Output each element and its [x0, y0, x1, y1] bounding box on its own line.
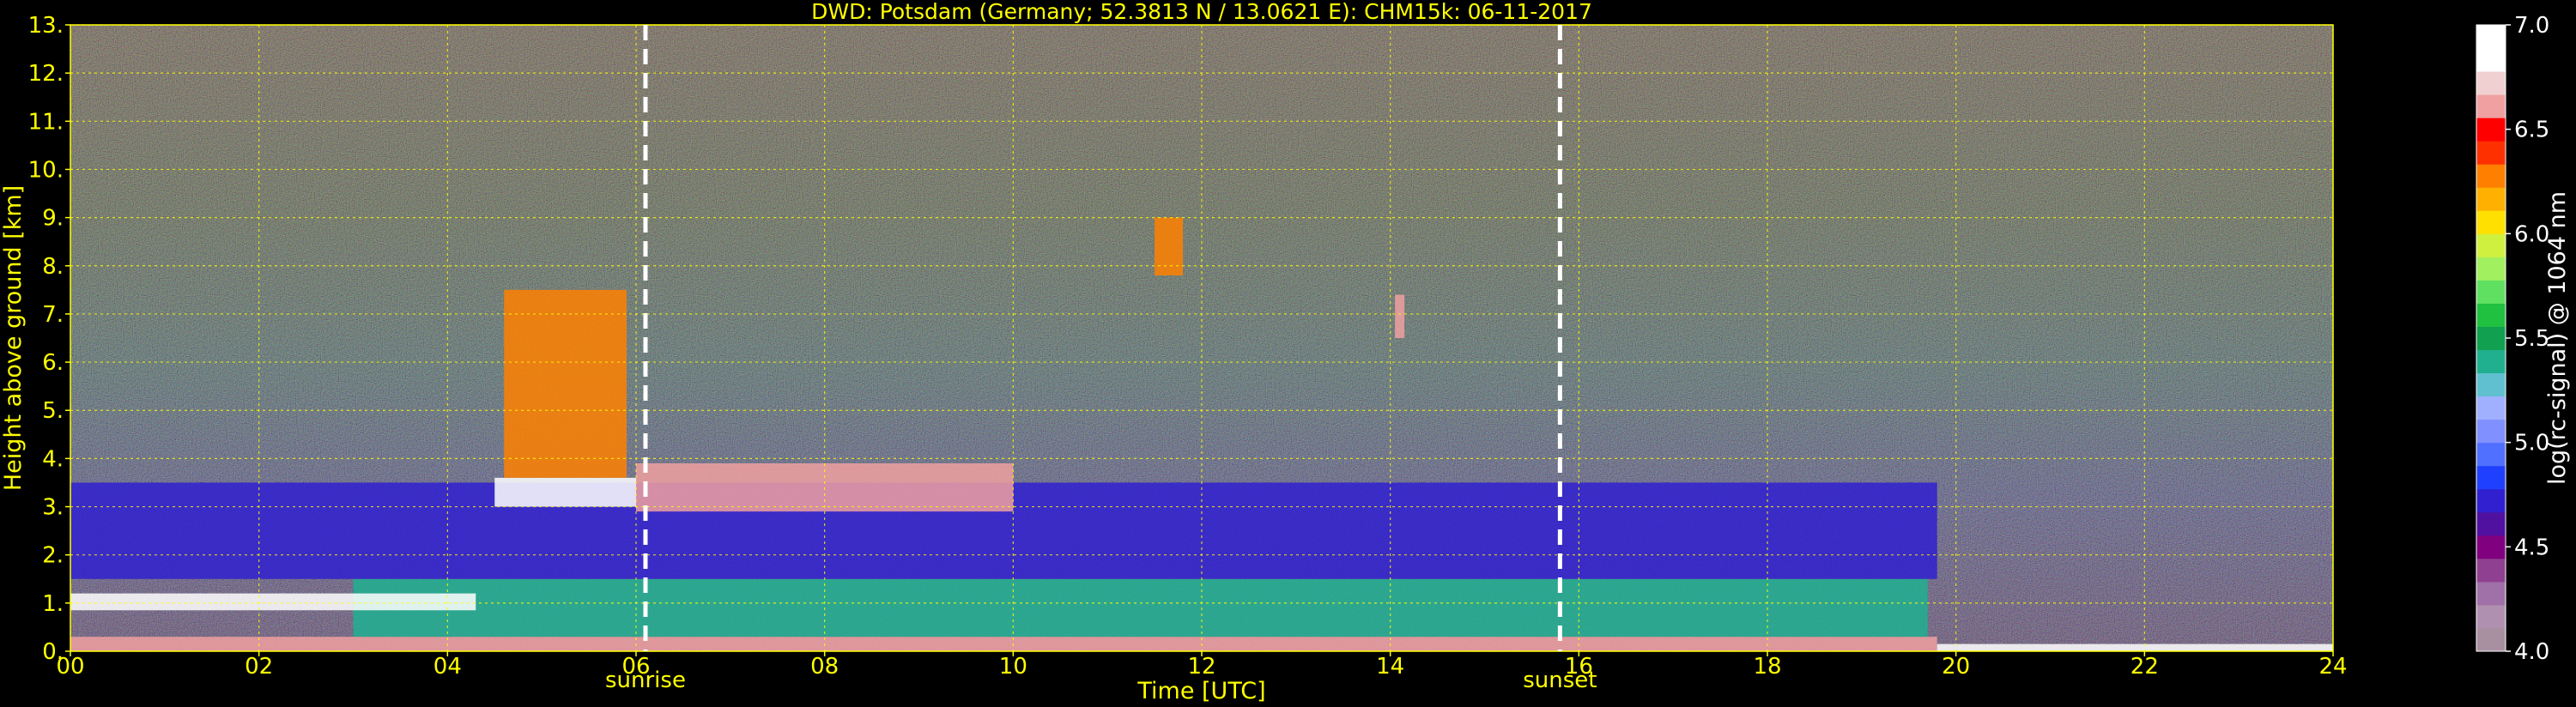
x-tick-18: 18	[1753, 654, 1781, 680]
colorbar-segment-16	[2476, 257, 2506, 281]
colorbar-segment-23	[2476, 94, 2506, 118]
colorbar-segment-6	[2476, 488, 2506, 513]
colorbar-segment-18	[2476, 210, 2506, 234]
colorbar-segment-9	[2476, 419, 2506, 444]
x-tick-14: 14	[1376, 654, 1404, 680]
y-tick-10: 10.	[28, 157, 64, 183]
colorbar-segment-22	[2476, 118, 2506, 142]
y-tick-8: 8.	[42, 254, 64, 280]
x-tick-04: 04	[433, 654, 462, 680]
x-tick-16: 16	[1565, 654, 1593, 680]
feature-cloud-8	[1395, 294, 1405, 338]
colorbar-segment-12	[2476, 349, 2506, 374]
colorbar-segment-8	[2476, 442, 2506, 467]
colorbar-tick-5: 6.5	[2514, 118, 2549, 143]
feature-cloud-4	[494, 477, 636, 507]
x-tick-20: 20	[1942, 654, 1970, 680]
y-tick-3: 3.	[42, 495, 64, 521]
x-tick-06: 06	[621, 654, 650, 680]
colorbar-segment-17	[2476, 233, 2506, 257]
y-tick-12: 12.	[28, 61, 64, 87]
x-tick-00: 00	[56, 654, 84, 680]
feature-surface-layer-0	[70, 637, 1937, 651]
colorbar-segment-14	[2476, 303, 2506, 327]
x-tick-24: 24	[2318, 654, 2347, 680]
y-axis-label: Height above ground [km]	[0, 185, 27, 491]
colorbar-segment-3	[2476, 558, 2506, 583]
y-tick-5: 5.	[42, 398, 64, 424]
colorbar-segment-25	[2476, 48, 2506, 72]
y-tick-6: 6.	[42, 350, 64, 376]
colorbar-segment-11	[2476, 372, 2506, 397]
colorbar-segment-2	[2476, 581, 2506, 606]
y-tick-11: 11.	[28, 109, 64, 135]
colorbar-segment-1	[2476, 604, 2506, 629]
plot-area	[70, 25, 2333, 651]
feature-boundary-layer-1	[353, 578, 1928, 638]
colorbar-tick-6: 7.0	[2514, 13, 2549, 39]
colorbar-tick-0: 4.0	[2514, 639, 2549, 665]
y-tick-1: 1.	[42, 591, 64, 617]
colorbar-segment-24	[2476, 71, 2506, 95]
feature-cloud-3	[70, 593, 476, 611]
x-axis-ticks: 00 02 04 06 08 10 12 14 16 18 20 22 24	[56, 651, 2348, 680]
colorbar-label: log(rc-signal) @ 1064 nm	[2544, 191, 2571, 485]
feature-cloud-5	[504, 289, 627, 478]
colorbar-segment-5	[2476, 511, 2506, 536]
x-tick-22: 22	[2131, 654, 2159, 680]
feature-cloud-9	[1937, 644, 2333, 651]
x-tick-12: 12	[1187, 654, 1215, 680]
colorbar-segment-4	[2476, 535, 2506, 559]
y-tick-13: 13.	[28, 13, 64, 39]
y-tick-2: 2.	[42, 543, 64, 569]
colorbar-segment-15	[2476, 280, 2506, 304]
x-tick-08: 08	[810, 654, 839, 680]
x-tick-02: 02	[245, 654, 273, 680]
colorbar: 4.04.55.05.56.06.57.0	[2476, 13, 2549, 665]
feature-cloud-7	[1155, 217, 1184, 275]
colorbar-segment-7	[2476, 465, 2506, 490]
y-tick-7: 7.	[42, 302, 64, 328]
ceilometer-chart: sunrise sunset 0.1.2.3.4.5.6.7.8.9.10.11.…	[0, 0, 2571, 704]
y-tick-9: 9.	[42, 206, 64, 232]
colorbar-segment-20	[2476, 164, 2506, 188]
colorbar-segment-13	[2476, 326, 2506, 351]
x-tick-10: 10	[999, 654, 1027, 680]
y-axis-ticks: 0.1.2.3.4.5.6.7.8.9.10.11.12.13.	[28, 13, 70, 665]
colorbar-segment-0	[2476, 627, 2506, 652]
colorbar-segment-19	[2476, 187, 2506, 211]
colorbar-segment-21	[2476, 141, 2506, 165]
x-axis-label: Time [UTC]	[1136, 678, 1265, 704]
y-tick-4: 4.	[42, 446, 64, 472]
colorbar-tick-1: 4.5	[2514, 535, 2549, 560]
colorbar-segment-10	[2476, 396, 2506, 420]
colorbar-segment-26	[2476, 25, 2506, 49]
chart-title: DWD: Potsdam (Germany; 52.3813 N / 13.06…	[811, 0, 1592, 24]
